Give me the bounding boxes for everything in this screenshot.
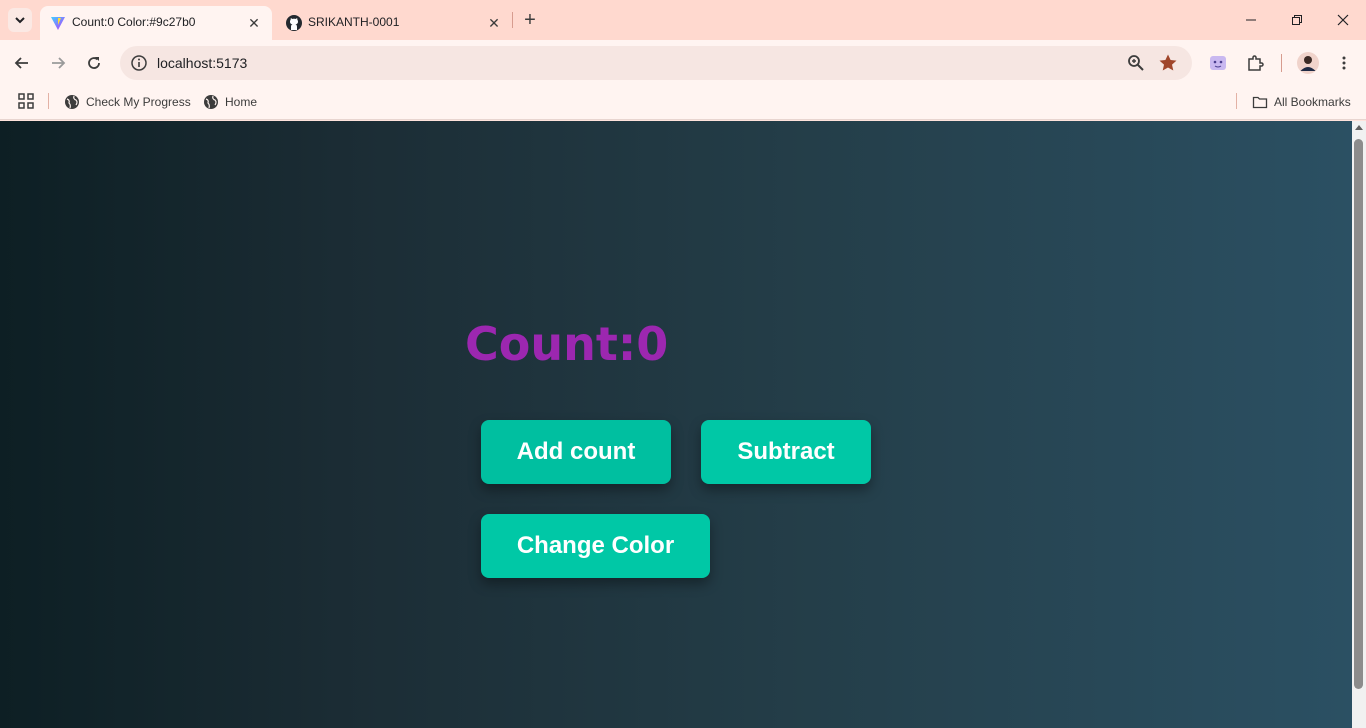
vite-icon [51, 17, 65, 30]
bookmarks-bar: Check My Progress Home All Bookmarks [0, 86, 1366, 120]
bookmark-home[interactable]: Home [203, 92, 257, 112]
bookmark-separator [48, 93, 49, 109]
scroll-up-arrow[interactable] [1355, 125, 1363, 130]
all-bookmarks-button[interactable]: All Bookmarks [1252, 92, 1351, 112]
site-info-icon[interactable] [130, 54, 148, 72]
bookmark-label: Home [225, 95, 258, 109]
tab-title: SRIKANTH-0001 [308, 15, 400, 29]
tab-search-button[interactable] [8, 8, 32, 32]
extension-app-icon [1210, 56, 1226, 70]
change-color-button[interactable]: Change Color [481, 514, 710, 578]
minimize-button[interactable] [1228, 0, 1274, 40]
bookmark-label: Check My Progress [86, 95, 191, 109]
browser-menu-button[interactable] [1332, 51, 1356, 75]
extensions-button[interactable] [1243, 51, 1267, 75]
zoom-icon[interactable] [1126, 53, 1146, 73]
close-window-button[interactable] [1320, 0, 1366, 40]
url-text[interactable]: localhost:5173 [157, 55, 247, 71]
restore-icon [1292, 15, 1302, 25]
reload-icon [88, 57, 100, 69]
tab-active[interactable]: Count:0 Color:#9c27b0 ✕ [40, 6, 272, 40]
toolbar-separator [1281, 54, 1282, 72]
tab-close-icon[interactable]: ✕ [484, 13, 504, 33]
browser-toolbar: localhost:5173 [0, 40, 1366, 86]
globe-icon [204, 95, 218, 109]
restore-button[interactable] [1274, 0, 1320, 40]
arrow-left-icon [14, 57, 28, 69]
bookmark-check-my-progress[interactable]: Check My Progress [64, 92, 191, 112]
bookmark-star-icon[interactable] [1158, 53, 1178, 73]
page-viewport: Count:0 Add count Subtract Change Color [0, 121, 1352, 728]
scroll-thumb[interactable] [1354, 139, 1363, 689]
tab-strip: Count:0 Color:#9c27b0 ✕ SRIKANTH-0001 ✕ … [0, 0, 1366, 40]
vertical-scrollbar[interactable] [1352, 121, 1366, 728]
reload-button[interactable] [80, 49, 108, 77]
bookmark-separator [1236, 93, 1237, 109]
close-icon [1337, 14, 1349, 26]
chevron-down-icon [15, 17, 25, 24]
arrow-right-icon [52, 57, 66, 69]
minimize-icon [1246, 19, 1256, 21]
tab-inactive[interactable]: SRIKANTH-0001 ✕ [276, 6, 512, 40]
all-bookmarks-label: All Bookmarks [1274, 95, 1351, 109]
folder-icon [1252, 96, 1268, 109]
tab-title: Count:0 Color:#9c27b0 [72, 15, 196, 29]
extension-button[interactable] [1206, 51, 1230, 75]
new-tab-button[interactable]: + [518, 9, 542, 31]
apps-grid-icon[interactable] [17, 92, 35, 110]
globe-icon [65, 95, 79, 109]
back-button[interactable] [8, 49, 36, 77]
add-count-button[interactable]: Add count [481, 420, 671, 484]
profile-button[interactable] [1296, 51, 1320, 75]
avatar [1297, 52, 1319, 74]
github-icon [286, 15, 302, 31]
tab-close-icon[interactable]: ✕ [244, 13, 264, 33]
puzzle-icon [1248, 55, 1264, 71]
tab-separator [512, 12, 513, 28]
subtract-button[interactable]: Subtract [701, 420, 871, 484]
more-vertical-icon [1342, 56, 1346, 70]
address-bar[interactable]: localhost:5173 [120, 46, 1192, 80]
count-display: Count:0 [465, 317, 669, 371]
forward-button[interactable] [44, 49, 72, 77]
